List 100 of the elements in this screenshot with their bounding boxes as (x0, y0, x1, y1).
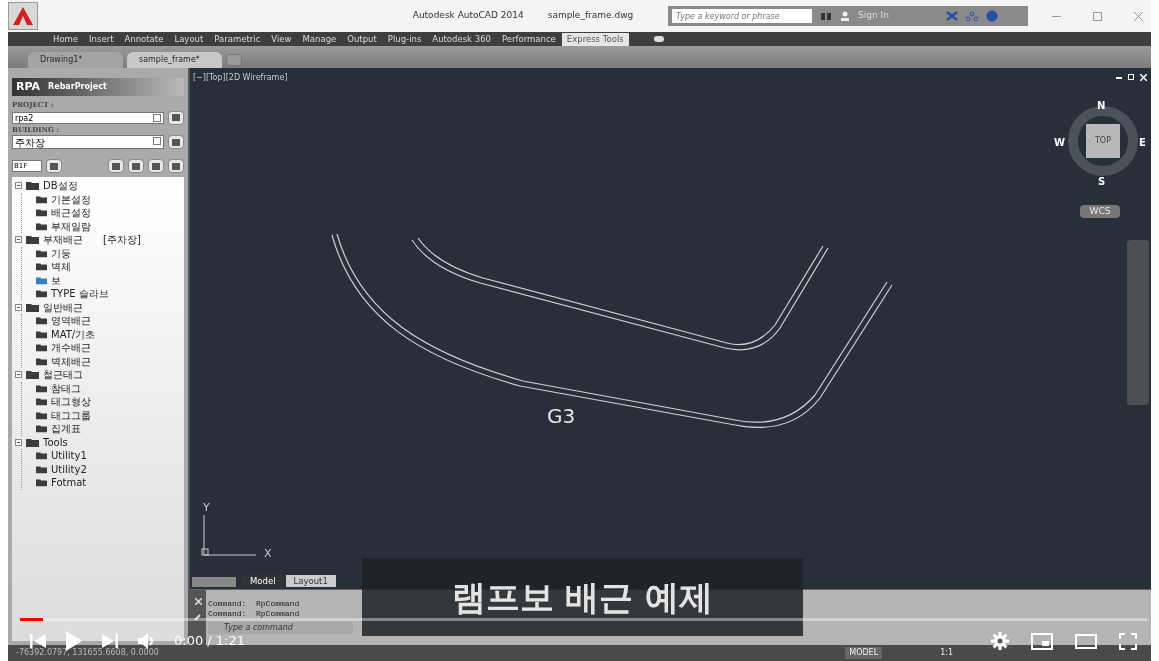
settings-icon[interactable] (991, 632, 1009, 650)
ribbon-tab[interactable]: Layout (169, 32, 209, 46)
binoculars-icon[interactable] (820, 11, 832, 21)
coordinates-readout: -76392.0797, 131655.6608, 0.0000 (16, 647, 160, 659)
space-indicator[interactable]: MODEL (845, 647, 883, 659)
folder-icon (36, 194, 47, 204)
folder-icon (26, 181, 39, 191)
tree-item[interactable]: Fotmat (51, 475, 87, 491)
fullscreen-icon[interactable] (1119, 632, 1137, 650)
palette-title: RebarProject (48, 81, 107, 93)
compass-north: N (1097, 99, 1106, 113)
user-icon[interactable] (840, 10, 850, 22)
folder-icon (36, 316, 47, 326)
ribbon-tab[interactable]: Plug-ins (382, 32, 427, 46)
folder-icon (26, 437, 39, 447)
folder-icon (36, 343, 47, 353)
folder-icon (36, 464, 47, 474)
compass-west: W (1054, 136, 1066, 150)
tree-item[interactable]: 철근태그 (43, 367, 83, 383)
maximize-icon[interactable] (1093, 11, 1102, 21)
file-name: sample_frame.dwg (547, 9, 634, 23)
next-icon[interactable] (102, 632, 118, 650)
tree-item[interactable]: 참태그 (51, 380, 81, 396)
ribbon-tab[interactable]: Autodesk 360 (427, 32, 496, 46)
sheet-tab[interactable]: Layout1 (285, 575, 336, 587)
building-dropdown[interactable]: 주차장 (12, 135, 164, 149)
theater-mode-icon[interactable] (1075, 633, 1097, 649)
ribbon-tab[interactable]: Insert (84, 32, 119, 46)
tree-item[interactable]: 영역배근 (51, 313, 91, 329)
file-tab[interactable]: sample_frame* (127, 52, 222, 68)
tree-item[interactable]: 기둥 (51, 245, 71, 261)
folder-icon (36, 221, 47, 231)
ucs-button[interactable]: WCS (1080, 205, 1120, 218)
compass-east: E (1139, 136, 1146, 150)
progress-track[interactable] (20, 618, 1147, 621)
folder-icon (36, 262, 47, 272)
expander-icon[interactable] (15, 303, 22, 311)
folder-icon (36, 383, 47, 393)
viewport-label[interactable]: [−][Top][2D Wireframe] (193, 72, 288, 84)
tree-item[interactable]: 부재일람 (51, 218, 91, 234)
annotation-scale[interactable]: 1:1 (940, 647, 953, 659)
command-line-field[interactable]: Type a command (208, 622, 353, 634)
folder-icon (36, 248, 47, 258)
file-tab[interactable]: Drawing1* (28, 52, 123, 68)
command-history-line: Command: RpCommand (208, 609, 301, 619)
minimize-icon[interactable] (1052, 15, 1061, 17)
folder-icon (26, 235, 39, 245)
video-caption: 램프보 배근 예제 (451, 575, 714, 619)
expander-icon[interactable] (15, 236, 22, 244)
ribbon-tab[interactable]: Performance (496, 32, 561, 46)
tree-item[interactable]: 태그그룹 (51, 407, 91, 423)
tree-item[interactable]: DB설정 (43, 178, 78, 194)
folder-icon (36, 410, 47, 420)
tree-item[interactable]: 보 (51, 272, 61, 288)
ribbon-tab[interactable]: Output (342, 32, 382, 46)
tree-item[interactable]: 태그형상 (51, 394, 91, 410)
axis-x-label: X (264, 546, 272, 562)
sheet-tab[interactable]: Model (242, 575, 284, 587)
search-field[interactable]: Type a keyword or phrase (672, 9, 812, 23)
top-face-button[interactable]: TOP (1086, 124, 1120, 158)
tree-item[interactable]: MAT/기초 (51, 326, 96, 342)
folder-icon (36, 208, 47, 218)
app-menu-button[interactable] (8, 2, 38, 30)
tree-item[interactable]: Tools (43, 434, 68, 450)
tree-item[interactable]: 개수배근 (51, 340, 91, 356)
ribbon-tab[interactable]: View (266, 32, 297, 46)
folder-icon (36, 424, 47, 434)
folder-icon (26, 302, 39, 312)
folder-icon (36, 329, 47, 339)
tree-item[interactable]: 일반배근 (43, 299, 83, 315)
wrench-icon[interactable] (194, 613, 202, 621)
ribbon-tab[interactable]: Home (48, 32, 84, 46)
tree-item[interactable]: TYPE 슬라브 (51, 286, 109, 302)
expander-icon[interactable] (15, 182, 22, 190)
tree-item[interactable]: 집계표 (51, 421, 81, 437)
ribbon-tab[interactable]: Manage (297, 32, 342, 46)
tree-item[interactable]: 부재배근 (43, 232, 83, 248)
panel-icon[interactable] (653, 36, 664, 42)
previous-icon[interactable] (30, 632, 46, 650)
compass-south: S (1098, 175, 1106, 189)
folder-icon (36, 451, 47, 461)
project-dropdown[interactable]: rpa2 (12, 111, 164, 124)
miniplayer-icon[interactable] (1031, 632, 1053, 650)
tree-tag: [주차장] (103, 232, 141, 248)
tree-item[interactable]: Utility2 (51, 461, 87, 477)
restore-icon[interactable] (1128, 74, 1134, 80)
expander-icon[interactable] (15, 438, 22, 446)
ribbon-tab[interactable]: Express Tools (561, 32, 629, 46)
logo-icon (13, 7, 33, 25)
tree-item[interactable]: 기본설정 (51, 191, 91, 207)
ribbon-tab[interactable]: Parametric (209, 32, 266, 46)
tree-item[interactable]: Utility1 (51, 448, 87, 464)
tree-item[interactable]: 벽체 (51, 259, 71, 275)
volume-icon[interactable] (138, 632, 154, 650)
expander-icon[interactable] (15, 371, 22, 379)
tree-item[interactable]: 벽체배근 (51, 353, 91, 369)
ribbon-tab[interactable]: Annotate (119, 32, 169, 46)
folder-icon (36, 275, 47, 285)
folder-icon (26, 370, 39, 380)
tree-item[interactable]: 배근설정 (51, 205, 91, 221)
